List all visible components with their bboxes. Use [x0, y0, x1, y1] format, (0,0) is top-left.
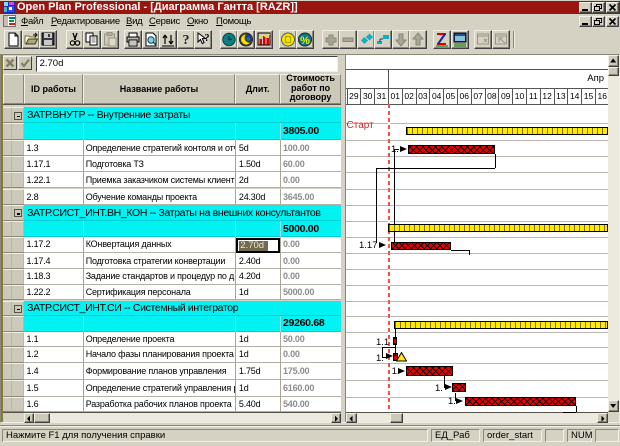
svg-text:%: %	[300, 35, 310, 47]
svg-text:?: ?	[182, 33, 189, 48]
svg-text:?: ?	[205, 33, 210, 44]
